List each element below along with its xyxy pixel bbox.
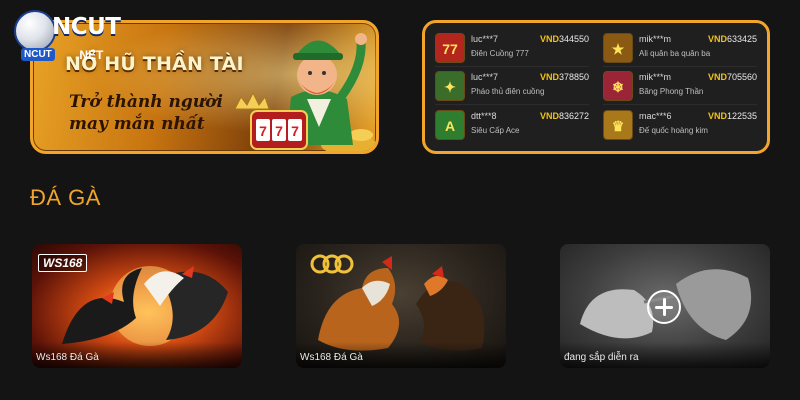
game-thumbnail: ❄ (603, 71, 633, 101)
winner-item[interactable]: 77 luc***7 Điên Cuồng 777 VND344550 (435, 30, 589, 67)
reel-3: 7 (291, 123, 299, 139)
leprechaun-illustration: 7 7 7 (234, 33, 376, 151)
logo-text: NCUT (52, 14, 121, 40)
winner-amount: VND705560 (707, 72, 757, 82)
banner-subtitle: Trở thành người may mắn nhất (69, 92, 223, 134)
winner-amount: VND836272 (539, 110, 589, 121)
winner-amount: VND633425 (707, 34, 757, 44)
reel-1: 7 (259, 123, 267, 139)
game-thumbnail: 77 (435, 33, 465, 63)
section-title-da-ga: ĐÁ GÀ (30, 185, 101, 210)
winner-username: luc***7 (471, 34, 499, 44)
card-label: Ws168 Đá Gà (32, 342, 242, 368)
winner-item[interactable]: A dtt***8 Siêu Cấp Ace VND836272 (435, 106, 589, 143)
winner-username: luc***7 (471, 72, 499, 82)
game-thumbnail: A (435, 109, 465, 140)
winner-item[interactable]: ♛ mac***6 Đế quốc hoàng kim VND122535 (603, 106, 757, 143)
winner-game-name: Điên Cuồng 777 (471, 49, 529, 58)
logo-ball-label: NCUT (21, 48, 55, 61)
winner-game-name: Đế quốc hoàng kim (639, 125, 708, 135)
soccer-ball-icon (14, 10, 56, 52)
card-label: Ws168 Đá Gà (296, 342, 506, 368)
winner-item[interactable]: ★ mik***m Ali quân ba quân ba VND633425 (603, 30, 757, 67)
winner-game-name: Siêu Cấp Ace (471, 125, 520, 135)
winner-amount: VND344550 (539, 34, 589, 44)
game-thumbnail: ✦ (435, 71, 465, 101)
card-label: đang sắp diễn ra (560, 342, 770, 368)
winner-item[interactable]: ❄ mik***m Băng Phong Thần VND705560 (603, 68, 757, 105)
game-card-ws168-1[interactable]: WS168 Ws168 Đá Gà (32, 244, 242, 368)
winner-list: 77 luc***7 Điên Cuồng 777 VND344550 ★ mi… (435, 30, 757, 143)
winner-game-name: Pháo thủ điên cuồng (471, 87, 545, 96)
winner-username: mik***m (639, 34, 672, 44)
reel-2: 7 (275, 123, 283, 139)
winner-item[interactable]: ✦ luc***7 Pháo thủ điên cuồng VND378850 (435, 68, 589, 105)
winner-username: mik***m (639, 72, 672, 82)
plus-circle-icon[interactable] (647, 290, 681, 324)
winner-username: mac***6 (639, 110, 672, 121)
winner-amount: VND378850 (539, 72, 589, 82)
winner-game-name: Băng Phong Thần (639, 87, 704, 96)
ws168-logo: WS168 (38, 254, 88, 272)
game-card-ws168-2[interactable]: Ws168 Đá Gà (296, 244, 506, 368)
game-card-coming-soon[interactable]: đang sắp diễn ra (560, 244, 770, 368)
winner-game-name: Ali quân ba quân ba (639, 49, 711, 58)
logo-domain-suffix: .NET (76, 48, 104, 62)
site-logo[interactable]: NCUT NCUT .NET (8, 6, 128, 66)
game-thumbnail: ♛ (603, 109, 633, 140)
game-thumbnail: ★ (603, 33, 633, 63)
winner-username: dtt***8 (471, 110, 497, 121)
recent-winners-panel: 77 luc***7 Điên Cuồng 777 VND344550 ★ mi… (422, 20, 770, 154)
winner-amount: VND122535 (707, 110, 757, 121)
